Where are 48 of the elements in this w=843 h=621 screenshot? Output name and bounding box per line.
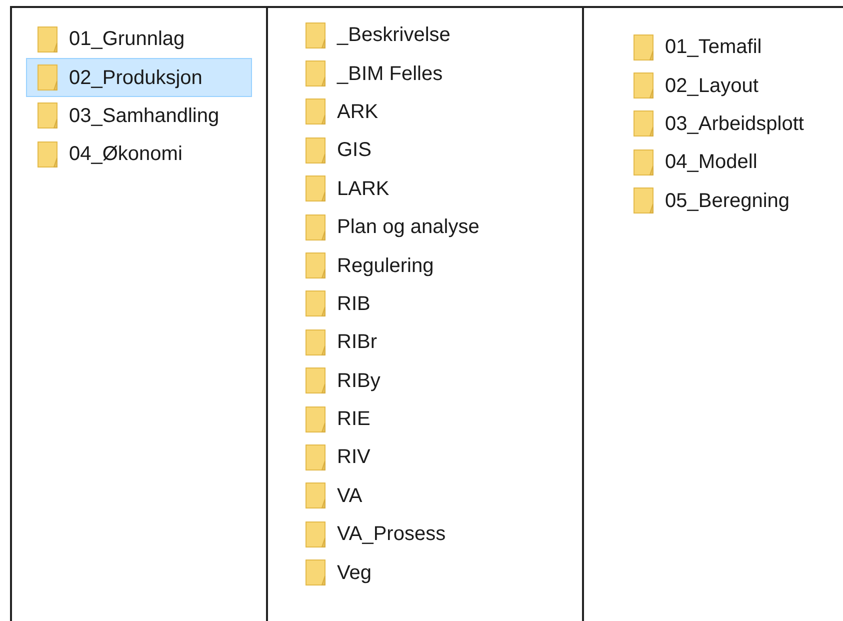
folder-item[interactable]: _BIM Felles xyxy=(294,54,554,93)
folder-item[interactable]: GIS xyxy=(294,131,554,170)
folder-icon xyxy=(305,290,327,318)
folder-icon xyxy=(305,559,327,586)
folder-item[interactable]: VA_Prosess xyxy=(294,515,554,554)
folder-item[interactable]: Veg xyxy=(294,553,554,592)
folder-icon xyxy=(305,328,327,356)
folder-icon xyxy=(305,22,327,49)
folder-icon xyxy=(305,406,327,433)
folder-icon xyxy=(633,72,655,100)
folder-item[interactable]: 03_Arbeidsplott xyxy=(622,104,822,144)
folder-icon xyxy=(633,34,655,61)
folder-item[interactable]: 05_Beregning xyxy=(622,182,822,220)
folder-item[interactable]: 04_Økonomi xyxy=(26,135,252,174)
folder-item[interactable]: VA xyxy=(294,476,554,516)
folder-icon xyxy=(305,367,327,394)
folder-icon xyxy=(37,140,59,168)
folder-item[interactable]: 04_Modell xyxy=(622,143,822,182)
folder-item[interactable]: RIE xyxy=(294,400,554,438)
folder-item[interactable]: RIBr xyxy=(294,323,554,362)
folder-icon xyxy=(37,64,59,92)
folder-icon xyxy=(305,444,327,471)
folder-icon xyxy=(305,98,327,126)
folder-icon xyxy=(305,482,327,510)
folder-item[interactable]: 03_Samhandling xyxy=(26,96,252,136)
folder-item[interactable]: 01_Temafil xyxy=(622,28,822,66)
folder-item[interactable]: Regulering xyxy=(294,246,554,285)
folder-item[interactable]: 02_Produksjon xyxy=(26,58,252,97)
folder-item[interactable]: RIB xyxy=(294,284,554,324)
folder-icon xyxy=(305,60,327,88)
folder-item[interactable]: 02_Layout xyxy=(622,66,822,105)
folder-icon xyxy=(305,252,327,280)
folder-item[interactable]: ARK xyxy=(294,92,554,132)
folder-icon xyxy=(37,26,59,53)
folder-item[interactable]: 01_Grunnlag xyxy=(26,20,252,58)
folder-item[interactable]: LARK xyxy=(294,170,554,208)
folder-icon xyxy=(633,110,655,138)
folder-item[interactable]: _Beskrivelse xyxy=(294,16,554,54)
folder-item[interactable]: RIBy xyxy=(294,362,554,400)
folder-icon xyxy=(37,102,59,130)
folder-icon xyxy=(305,520,327,548)
folder-item[interactable]: Plan og analyse xyxy=(294,208,554,246)
folder-icon xyxy=(633,187,655,214)
folder-icon xyxy=(305,136,327,164)
folder-icon xyxy=(633,148,655,176)
folder-icon xyxy=(305,214,327,241)
folder-item[interactable]: RIV xyxy=(294,438,554,477)
folder-icon xyxy=(305,175,327,202)
